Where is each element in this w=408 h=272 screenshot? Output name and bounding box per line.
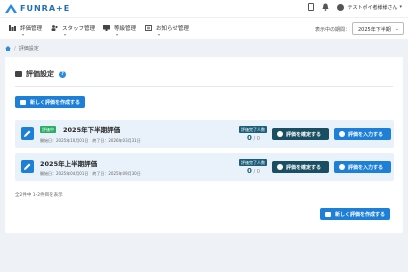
edit-button[interactable] [21, 160, 34, 173]
period-select[interactable]: 2025年下半期 ⌄ [352, 22, 404, 35]
nav-label: お知らせ管理 [156, 26, 189, 32]
top-bar: FUNRA+E テストポイ者様様さん ▾ [0, 0, 408, 17]
chevron-down-icon: ▾ [158, 32, 161, 37]
page-title-row: 評価設定 ? [15, 69, 66, 79]
completed-count-label: 評価完了人数 [239, 126, 267, 133]
create-evaluation-button-bottom[interactable]: 新しく評価を作成する [320, 208, 391, 220]
button-label: 評価を入力する [348, 164, 384, 171]
chevron-down-icon: ▾ [22, 32, 25, 37]
button-label: 評価を確定する [286, 131, 322, 138]
period-select-value: 2025年下半期 [358, 27, 391, 33]
chevron-down-icon: ▾ [116, 32, 119, 37]
button-label: 評価を確定する [286, 164, 322, 171]
completed-count: 0 / 0 [247, 134, 260, 142]
period-row: 2025年上半期評価 開始日：2025年04月01日 終了日：2025年09月3… [15, 153, 394, 181]
edit-icon [339, 164, 345, 170]
bell-icon[interactable] [322, 3, 329, 11]
result-count: 全2件中 1-2件目を表示 [15, 193, 63, 198]
breadcrumb-current: 評価設定 [18, 46, 39, 52]
nav-item-grade[interactable]: 等級管理 [103, 24, 136, 32]
notice-icon [145, 25, 152, 31]
evaluation-icon [9, 25, 16, 31]
confirm-icon [277, 164, 283, 170]
edit-button[interactable] [21, 127, 34, 140]
folder-icon [20, 99, 26, 105]
help-icon[interactable]: ? [59, 70, 66, 78]
button-label: 新しく評価を作成する [335, 211, 386, 218]
logo-mark-icon [5, 4, 17, 13]
confirm-evaluation-button[interactable]: 評価を確定する [272, 128, 329, 140]
settings-card: 評価設定 ? 新しく評価を作成する 評価中 2025年下半期評価 開始日：202… [5, 57, 403, 233]
period-title: 2025年上半期評価 [40, 160, 98, 168]
logo-text: FUNRA+E [20, 4, 71, 13]
nav-label: 評価管理 [20, 26, 43, 32]
pencil-icon [24, 130, 31, 137]
period-dates: 開始日：2025年04月01日 終了日：2025年09月30日 [40, 171, 141, 176]
create-evaluation-button-top[interactable]: 新しく評価を作成する [15, 96, 86, 108]
folder-icon [325, 211, 331, 217]
period-row: 評価中 2025年下半期評価 開始日：2025年10月01日 終了日：2026年… [15, 120, 394, 148]
input-evaluation-button[interactable]: 評価を入力する [334, 161, 391, 173]
pencil-icon [24, 163, 31, 170]
user-name[interactable]: テストポイ者様様さん [347, 4, 397, 11]
period-dates: 開始日：2025年10月01日 終了日：2026年03月31日 [40, 138, 141, 143]
nav-item-evaluation[interactable]: 評価管理 [9, 24, 42, 32]
staff-icon [51, 25, 58, 31]
folder-icon [15, 71, 22, 77]
confirm-icon [277, 131, 283, 137]
breadcrumb: / 評価設定 [5, 45, 39, 52]
confirm-evaluation-button[interactable]: 評価を確定する [272, 161, 329, 173]
breadcrumb-separator: / [14, 45, 16, 52]
button-label: 評価を入力する [348, 131, 384, 138]
user-menu-chevron-icon[interactable]: ▾ [399, 4, 402, 10]
nav-item-notice[interactable]: お知らせ管理 [145, 24, 189, 32]
logo[interactable]: FUNRA+E [5, 3, 70, 14]
divider [15, 86, 393, 87]
input-evaluation-button[interactable]: 評価を入力する [334, 128, 391, 140]
period-label: 表示中の期間： [314, 27, 350, 33]
user-avatar-icon[interactable] [337, 3, 345, 11]
total-value: 0 [256, 136, 260, 142]
document-icon[interactable] [308, 3, 315, 11]
nav-item-staff[interactable]: スタッフ管理 [51, 24, 95, 32]
page-title: 評価設定 [26, 70, 54, 78]
nav-label: スタッフ管理 [62, 26, 96, 32]
edit-icon [339, 131, 345, 137]
status-badge: 評価中 [40, 126, 56, 133]
monitor-icon [103, 25, 110, 31]
chevron-down-icon: ⌄ [394, 26, 399, 32]
home-icon[interactable] [5, 46, 11, 51]
total-value: 0 [256, 169, 260, 175]
button-label: 新しく評価を作成する [30, 99, 81, 106]
chevron-down-icon: ▾ [64, 32, 67, 37]
main-nav: 評価管理 ▾ スタッフ管理 ▾ 等級管理 ▾ お知らせ管理 ▾ 表示中の期間： … [0, 17, 408, 39]
period-title: 2025年下半期評価 [63, 126, 121, 134]
nav-label: 等級管理 [114, 26, 137, 32]
completed-count: 0 / 0 [247, 167, 260, 175]
completed-count-label: 評価完了人数 [239, 159, 267, 166]
